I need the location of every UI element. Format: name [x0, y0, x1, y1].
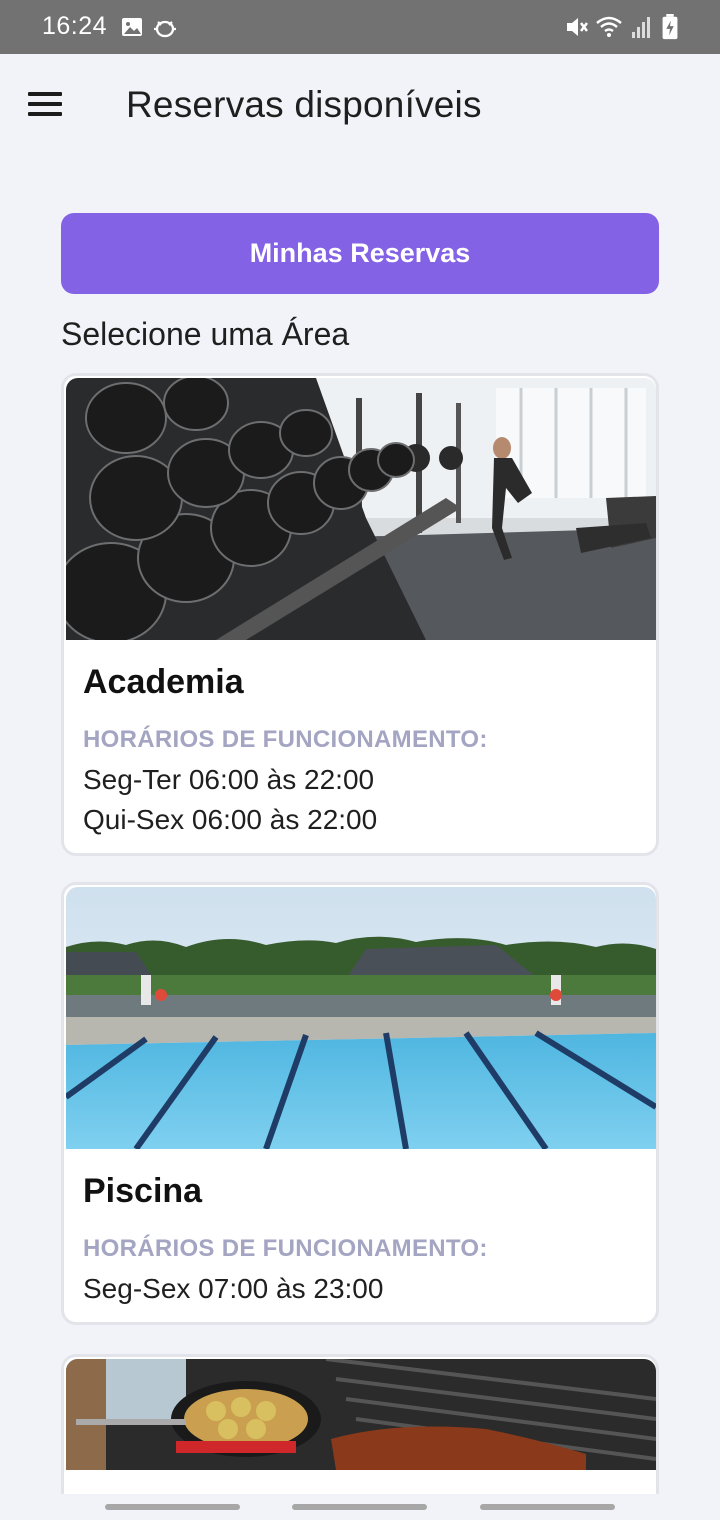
section-label: Selecione uma Área	[61, 316, 350, 352]
area-title: Piscina	[83, 1172, 203, 1210]
area-title: Academia	[83, 663, 244, 701]
status-time: 16:24	[42, 12, 108, 40]
hours-line: Qui-Sex 06:00 às 22:00	[83, 804, 378, 835]
pool-photo	[66, 887, 656, 1149]
area-card-academia[interactable]: Academia HORÁRIOS DE FUNCIONAMENTO: Seg-…	[61, 373, 659, 856]
recent-apps-button[interactable]	[105, 1504, 240, 1510]
area-card-piscina[interactable]: Piscina HORÁRIOS DE FUNCIONAMENTO: Seg-S…	[61, 882, 659, 1325]
status-bar: 16:24	[0, 0, 720, 54]
hours-label: HORÁRIOS DE FUNCIONAMENTO:	[83, 726, 488, 753]
hours-line: Seg-Ter 06:00 às 22:00	[83, 764, 375, 795]
app-bar: Reservas disponíveis	[0, 54, 720, 158]
my-reservations-button[interactable]: Minhas Reservas	[61, 213, 659, 294]
mute-icon	[567, 18, 588, 36]
grill-photo	[66, 1359, 656, 1470]
hours-line: Seg-Sex 07:00 às 23:00	[83, 1273, 384, 1304]
back-button[interactable]	[480, 1504, 615, 1510]
menu-icon[interactable]	[28, 92, 62, 118]
gym-photo	[66, 378, 656, 640]
wifi-icon	[596, 16, 622, 37]
navigation-bar	[0, 1494, 720, 1520]
hours-label: HORÁRIOS DE FUNCIONAMENTO:	[83, 1235, 488, 1262]
page-title: Reservas disponíveis	[126, 84, 482, 125]
signal-icon	[632, 17, 650, 38]
home-button[interactable]	[292, 1504, 427, 1510]
battery-icon	[662, 14, 678, 40]
bug-icon	[154, 20, 176, 38]
image-icon	[122, 18, 142, 36]
